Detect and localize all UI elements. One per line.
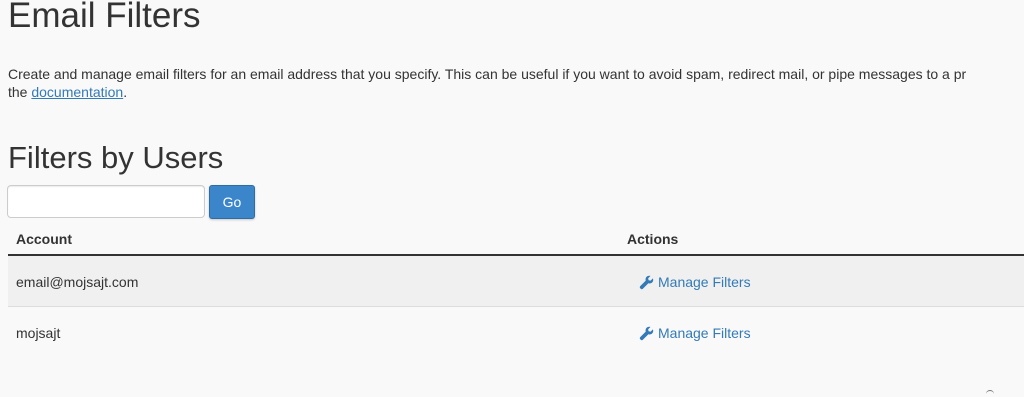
manage-filters-label: Manage Filters (658, 274, 751, 290)
email-filters-page: Email Filters Create and manage email fi… (0, 0, 1024, 397)
page-description: Create and manage email filters for an e… (8, 65, 1024, 101)
wrench-icon (639, 326, 654, 341)
go-button[interactable]: Go (209, 185, 255, 219)
manage-filters-link[interactable]: Manage Filters (639, 324, 751, 342)
section-title-filters-by-users: Filters by Users (8, 140, 224, 175)
manage-filters-link[interactable]: Manage Filters (639, 273, 751, 291)
description-line-2: the documentation. (8, 83, 1024, 101)
partial-decoration (986, 390, 994, 395)
description-prefix: the (8, 84, 32, 100)
account-cell: mojsajt (16, 325, 61, 341)
account-cell: email@mojsajt.com (16, 274, 139, 290)
description-suffix: . (123, 84, 128, 100)
table-header: Account Actions (8, 222, 1024, 256)
manage-filters-label: Manage Filters (658, 325, 751, 341)
account-search-input[interactable] (7, 185, 205, 218)
column-header-actions: Actions (627, 231, 679, 247)
page-title: Email Filters (8, 0, 201, 35)
wrench-icon (639, 275, 654, 290)
table-row: mojsajt Manage Filters (8, 307, 1024, 358)
documentation-link[interactable]: documentation (31, 84, 123, 100)
column-header-account[interactable]: Account (16, 230, 72, 248)
filters-table: Account Actions email@mojsajt.com Manage… (8, 222, 1024, 358)
table-row: email@mojsajt.com Manage Filters (8, 256, 1024, 307)
description-line-1: Create and manage email filters for an e… (8, 66, 967, 82)
